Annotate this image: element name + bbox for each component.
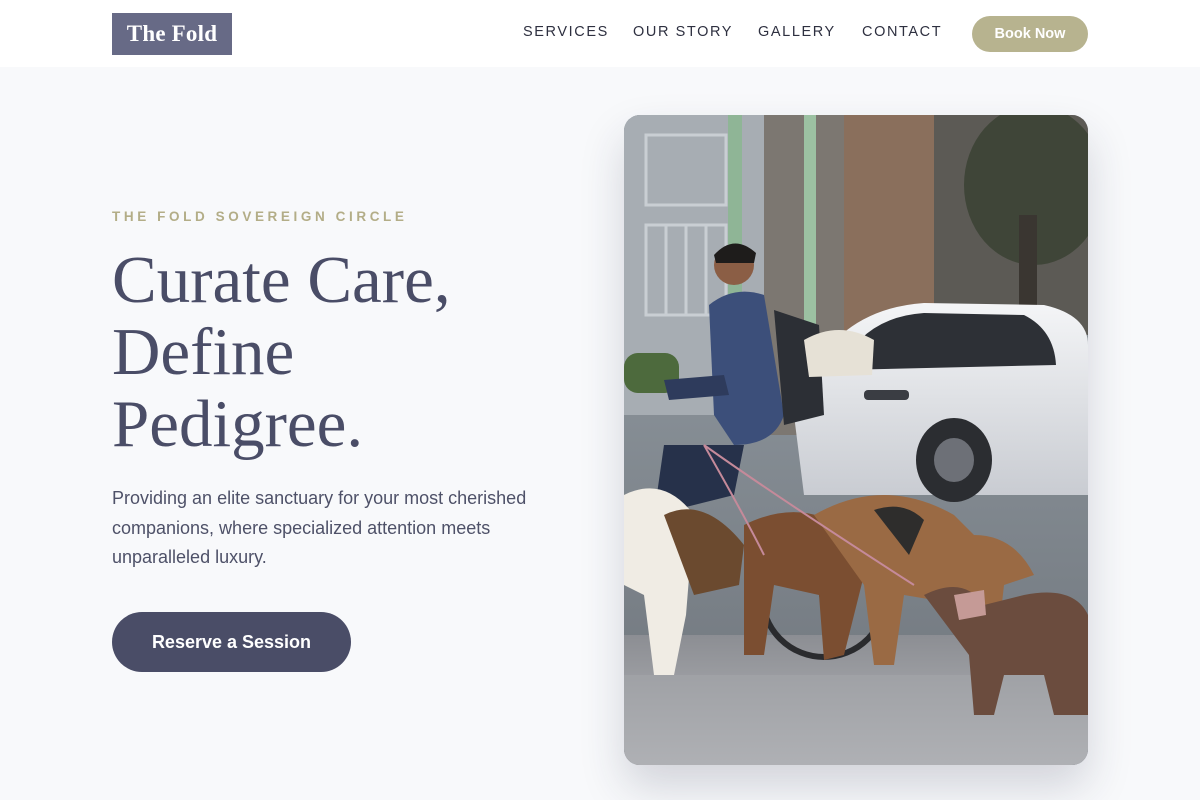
nav-link-services[interactable]: SERVICES xyxy=(523,24,609,40)
headline-line-3: Pedigree. xyxy=(112,387,364,461)
dog-walker-street-illustration xyxy=(624,115,1088,765)
headline-line-2: Define xyxy=(112,315,295,389)
headline-line-1: Curate Care, xyxy=(112,243,451,317)
hero-photo xyxy=(624,115,1088,765)
nav-link-contact[interactable]: CONTACT xyxy=(862,24,942,40)
site-logo[interactable]: The Fold xyxy=(112,13,232,55)
nav-link-gallery[interactable]: GALLERY xyxy=(758,24,836,40)
book-now-button[interactable]: Book Now xyxy=(972,16,1088,52)
reserve-session-button[interactable]: Reserve a Session xyxy=(112,612,351,672)
hero-eyebrow: THE FOLD SOVEREIGN CIRCLE xyxy=(112,209,408,224)
hero-headline: Curate Care, Define Pedigree. xyxy=(112,244,592,460)
nav-link-our-story[interactable]: OUR STORY xyxy=(633,24,733,40)
site-header: The Fold SERVICES OUR STORY GALLERY CONT… xyxy=(0,0,1200,67)
hero-description: Providing an elite sanctuary for your mo… xyxy=(112,488,527,567)
